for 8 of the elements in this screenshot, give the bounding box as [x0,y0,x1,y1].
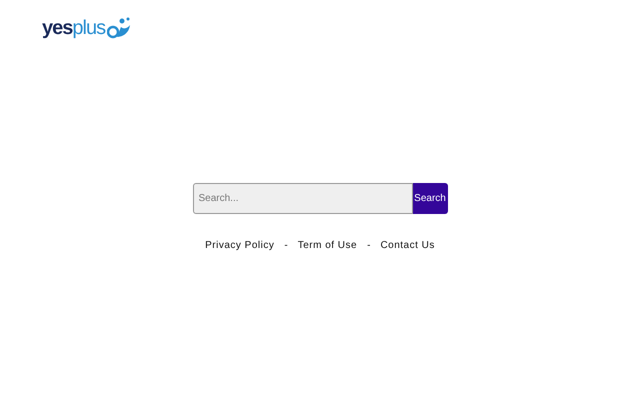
separator: - [284,240,288,251]
search-field[interactable]: Search... [192,183,412,214]
logo-text: yesplus [42,16,106,40]
separator: - [367,240,370,251]
footer-link[interactable]: Privacy Policy [205,240,274,251]
footer-link[interactable]: Term of Use [298,240,358,251]
footer-link[interactable]: Contact Us [380,240,435,251]
search-button[interactable]: Search [412,183,448,214]
